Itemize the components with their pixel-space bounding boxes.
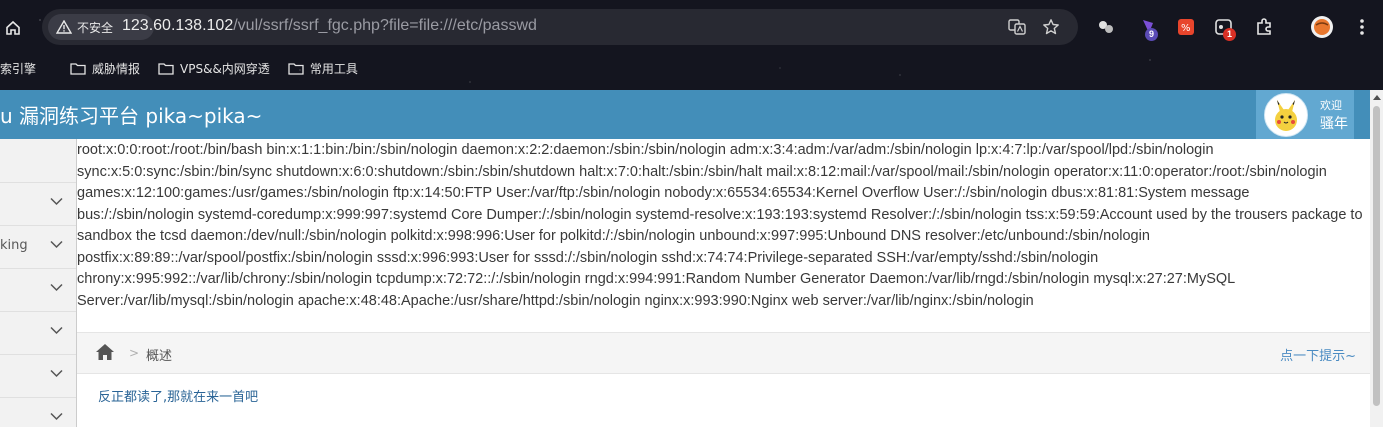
scroll-up-arrow-icon[interactable] <box>1373 95 1381 100</box>
read-again-link[interactable]: 反正都读了,那就在来一首吧 <box>98 386 258 405</box>
sidebar-item[interactable] <box>0 268 76 310</box>
scroll-thumb[interactable] <box>1373 106 1380 406</box>
bookmarks-bar: 索引擎 威胁情报 VPS&&内网穿透 常用工具 <box>0 56 1383 80</box>
hint-link[interactable]: 点一下提示~ <box>1280 345 1356 364</box>
screenshot-ext-icon[interactable]: 1 <box>1212 14 1236 41</box>
home-icon[interactable] <box>0 14 26 42</box>
purple-ext-badge: 9 <box>1145 28 1158 41</box>
url-host: 123.60.138.102 <box>122 17 234 34</box>
translate-icon[interactable] <box>1008 18 1026 36</box>
sidebar-item-label: king <box>0 238 28 253</box>
bookmark-star-icon[interactable] <box>1042 18 1060 36</box>
warning-icon <box>56 20 72 34</box>
profile-avatar-icon[interactable] <box>1310 14 1334 40</box>
chevron-down-icon <box>50 369 63 378</box>
pikachu-avatar-icon <box>1264 93 1308 137</box>
username: 骚年 <box>1320 116 1348 132</box>
sidebar-item[interactable] <box>0 311 76 353</box>
app-header: u 漏洞练习平台 pika~pika~ 欢迎 骚年 <box>0 90 1370 139</box>
chevron-down-icon <box>50 326 63 335</box>
security-label: 不安全 <box>77 20 114 35</box>
app-title[interactable]: u 漏洞练习平台 pika~pika~ <box>0 100 262 129</box>
sidebar-item[interactable]: king <box>0 225 76 267</box>
red-ext-icon[interactable]: % <box>1174 14 1198 40</box>
bookmark-folder[interactable]: VPS&&内网穿透 <box>158 60 270 77</box>
svg-text:%: % <box>1181 23 1191 34</box>
bookmark-folder[interactable]: 威胁情报 <box>70 60 140 77</box>
extensions-puzzle-icon[interactable] <box>1253 14 1277 40</box>
bookmark-label: 常用工具 <box>309 61 358 76</box>
chevron-down-icon <box>50 197 63 206</box>
welcome-text: 欢迎 <box>1320 99 1342 112</box>
menu-kebab-icon[interactable] <box>1350 14 1374 40</box>
bookmark-label: 索引擎 <box>0 61 37 76</box>
folder-icon <box>70 62 86 75</box>
purple-ext-icon[interactable]: 9 <box>1137 14 1161 41</box>
bookmark-item[interactable]: 索引擎 <box>0 60 36 77</box>
url-path: /vul/ssrf/ssrf_fgc.php?file=file:///etc/… <box>233 17 537 34</box>
breadcrumb-current: 概述 <box>146 349 173 364</box>
sidebar-item[interactable] <box>0 139 76 181</box>
chevron-down-icon <box>50 412 63 421</box>
sidebar-item[interactable] <box>0 397 76 439</box>
sidebar-item[interactable] <box>0 182 76 224</box>
sidebar: king <box>0 139 77 427</box>
puzzle-ext-icon[interactable] <box>1094 14 1118 40</box>
chevron-down-icon <box>50 283 63 292</box>
home-icon[interactable] <box>95 343 115 361</box>
chevron-down-icon <box>50 240 63 249</box>
bookmark-label: VPS&&内网穿透 <box>180 61 270 76</box>
folder-icon <box>288 62 304 75</box>
breadcrumb: > 概述 点一下提示~ <box>77 332 1370 374</box>
browser-chrome: 不安全 123.60.138.102/vul/ssrf/ssrf_fgc.php… <box>0 0 1383 90</box>
page-scrollbar[interactable] <box>1370 90 1383 427</box>
url-text[interactable]: 123.60.138.102/vul/ssrf/ssrf_fgc.php?fil… <box>122 17 537 35</box>
screenshot-ext-badge: 1 <box>1223 28 1236 41</box>
sidebar-item[interactable] <box>0 354 76 396</box>
user-menu[interactable]: 欢迎 骚年 <box>1256 90 1354 139</box>
bookmark-label: 威胁情报 <box>92 61 141 76</box>
bookmark-folder[interactable]: 常用工具 <box>288 60 358 77</box>
address-bar[interactable]: 不安全 123.60.138.102/vul/ssrf/ssrf_fgc.php… <box>42 9 1078 45</box>
folder-icon <box>158 62 174 75</box>
passwd-file-output: root:x:0:0:root:/root:/bin/bash bin:x:1:… <box>77 142 1367 309</box>
chevron-right-icon: > <box>129 346 140 360</box>
